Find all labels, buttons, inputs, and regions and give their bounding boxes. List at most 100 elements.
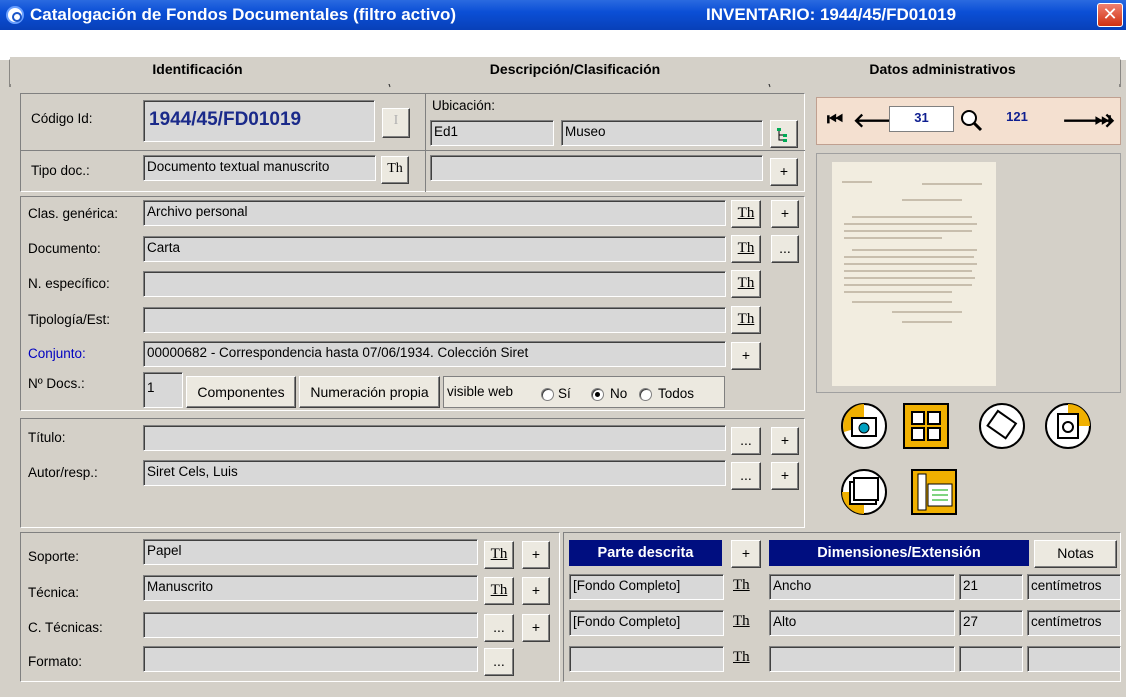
tree-icon[interactable] xyxy=(770,120,798,148)
app-icon xyxy=(6,6,24,24)
parte-add-button[interactable]: + xyxy=(731,540,761,568)
tecnica-add-button[interactable]: + xyxy=(522,577,550,605)
autor-more-button[interactable]: ... xyxy=(731,462,761,490)
tab-identificacion[interactable]: Identificación xyxy=(10,57,385,84)
parte-descrita-header: Parte descrita xyxy=(569,540,722,566)
ubicacion-lugar-field[interactable]: Museo xyxy=(561,120,763,146)
parte-row-3-thesaurus[interactable]: Th xyxy=(733,649,750,666)
dim-row-1-name[interactable]: Ancho xyxy=(769,574,955,600)
soporte-add-button[interactable]: + xyxy=(522,541,550,569)
last-record-icon[interactable]: ⏭ xyxy=(1091,108,1115,132)
n-docs-label: Nº Docs.: xyxy=(28,376,85,391)
parte-row-1-thesaurus[interactable]: Th xyxy=(733,577,750,594)
title-bar: Catalogación de Fondos Documentales (fil… xyxy=(0,0,1126,30)
n-especifico-label: N. específico: xyxy=(28,276,110,291)
autor-label: Autor/resp.: xyxy=(28,465,98,480)
numeracion-propia-button[interactable]: Numeración propia xyxy=(299,376,440,408)
ubicacion-label: Ubicación: xyxy=(432,98,496,113)
previous-record-icon[interactable]: 🡐 xyxy=(853,108,907,132)
soporte-field[interactable]: Papel xyxy=(143,539,478,565)
tipo-doc-label: Tipo doc.: xyxy=(31,163,90,178)
inventory-label: INVENTARIO: 1944/45/FD01019 xyxy=(706,5,957,24)
folder-icon[interactable] xyxy=(840,468,888,516)
close-icon[interactable]: ✕ xyxy=(1097,3,1123,27)
photo-icon[interactable] xyxy=(840,402,888,450)
conjunto-link[interactable]: Conjunto: xyxy=(28,346,86,361)
c-tecnicas-more-button[interactable]: ... xyxy=(484,614,514,642)
documento-thesaurus-button[interactable]: Th xyxy=(731,235,761,263)
documento-more-button[interactable]: ... xyxy=(771,235,799,263)
conjunto-field[interactable]: 00000682 - Correspondencia hasta 07/06/1… xyxy=(143,341,726,367)
clas-thesaurus-button[interactable]: Th xyxy=(731,200,761,228)
dim-row-3-unit[interactable] xyxy=(1027,646,1121,672)
tab-descripcion[interactable]: Descripción/Clasificación xyxy=(385,57,765,84)
dim-row-2-unit[interactable]: centímetros xyxy=(1027,610,1121,636)
parte-row-3[interactable] xyxy=(569,646,724,672)
c-tecnicas-field[interactable] xyxy=(143,612,478,638)
parte-row-1[interactable]: [Fondo Completo] xyxy=(569,574,724,600)
clas-add-button[interactable]: + xyxy=(771,200,799,228)
parte-row-2-thesaurus[interactable]: Th xyxy=(733,613,750,630)
search-icon[interactable] xyxy=(958,107,984,133)
titulo-field[interactable] xyxy=(143,425,726,451)
grid-view-icon[interactable] xyxy=(902,402,950,450)
c-tecnicas-label: C. Técnicas: xyxy=(28,620,103,635)
first-record-icon[interactable]: ⏮ xyxy=(823,108,847,132)
codigo-label: Código Id: xyxy=(31,111,93,126)
formato-more-button[interactable]: ... xyxy=(484,648,514,676)
ubicacion-add-button[interactable]: + xyxy=(770,158,798,186)
parte-row-2[interactable]: [Fondo Completo] xyxy=(569,610,724,636)
rotate-icon[interactable] xyxy=(978,402,1026,450)
c-tecnicas-add-button[interactable]: + xyxy=(522,614,550,642)
zoom-image-icon[interactable] xyxy=(1044,402,1092,450)
n-docs-field[interactable]: 1 xyxy=(143,372,183,408)
componentes-button[interactable]: Componentes xyxy=(186,376,296,408)
tab-datos-administrativos[interactable]: Datos administrativos xyxy=(765,57,1120,84)
dimensiones-header: Dimensiones/Extensión xyxy=(769,540,1029,566)
dim-row-2-value[interactable]: 27 xyxy=(959,610,1023,636)
formato-field[interactable] xyxy=(143,646,478,672)
documento-field[interactable]: Carta xyxy=(143,236,726,262)
dim-row-1-unit[interactable]: centímetros xyxy=(1027,574,1121,600)
ubicacion-edificio-field[interactable]: Ed1 xyxy=(430,120,554,146)
autor-add-button[interactable]: + xyxy=(771,462,799,490)
tecnica-field[interactable]: Manuscrito xyxy=(143,575,478,601)
tipologia-label: Tipología/Est: xyxy=(28,312,111,327)
divider xyxy=(425,93,426,192)
window-title: Catalogación de Fondos Documentales (fil… xyxy=(30,5,456,24)
dim-row-2-name[interactable]: Alto xyxy=(769,610,955,636)
dim-row-3-value[interactable] xyxy=(959,646,1023,672)
tipologia-field[interactable] xyxy=(143,307,726,333)
document-thumbnail[interactable] xyxy=(832,162,996,386)
clas-generica-field[interactable]: Archivo personal xyxy=(143,200,726,226)
next-record-icon[interactable]: 🡒 xyxy=(1062,108,1116,132)
radio-si-label: Sí xyxy=(558,386,571,401)
radio-todos[interactable] xyxy=(639,388,652,401)
tecnica-thesaurus-button[interactable]: Th xyxy=(484,577,514,605)
clas-generica-label: Clas. genérica: xyxy=(28,206,119,221)
formato-label: Formato: xyxy=(28,654,83,669)
tecnica-label: Técnica: xyxy=(28,585,80,600)
tipo-doc-thesaurus-button[interactable]: Th xyxy=(381,156,409,184)
dim-row-3-name[interactable] xyxy=(769,646,955,672)
ubicacion-extra-field[interactable] xyxy=(430,155,763,181)
radio-si[interactable] xyxy=(541,388,554,401)
autor-field[interactable]: Siret Cels, Luis xyxy=(143,460,726,486)
codigo-field[interactable]: 1944/45/FD01019 xyxy=(143,100,375,142)
hierarchy-icon[interactable] xyxy=(910,468,958,516)
n-especifico-field[interactable] xyxy=(143,271,726,297)
radio-todos-label: Todos xyxy=(658,386,695,401)
titulo-more-button[interactable]: ... xyxy=(731,427,761,455)
total-records: 121 xyxy=(987,106,1047,132)
notas-button[interactable]: Notas xyxy=(1034,540,1117,568)
i-button[interactable]: I xyxy=(382,108,410,138)
dim-row-1-value[interactable]: 21 xyxy=(959,574,1023,600)
n-especifico-thesaurus-button[interactable]: Th xyxy=(731,270,761,298)
conjunto-add-button[interactable]: + xyxy=(731,342,761,370)
soporte-thesaurus-button[interactable]: Th xyxy=(484,541,514,569)
tipo-doc-field[interactable]: Documento textual manuscrito xyxy=(143,155,376,181)
current-record-field[interactable]: 31 xyxy=(889,106,954,132)
tipologia-thesaurus-button[interactable]: Th xyxy=(731,306,761,334)
titulo-add-button[interactable]: + xyxy=(771,427,799,455)
radio-no[interactable] xyxy=(591,388,604,401)
